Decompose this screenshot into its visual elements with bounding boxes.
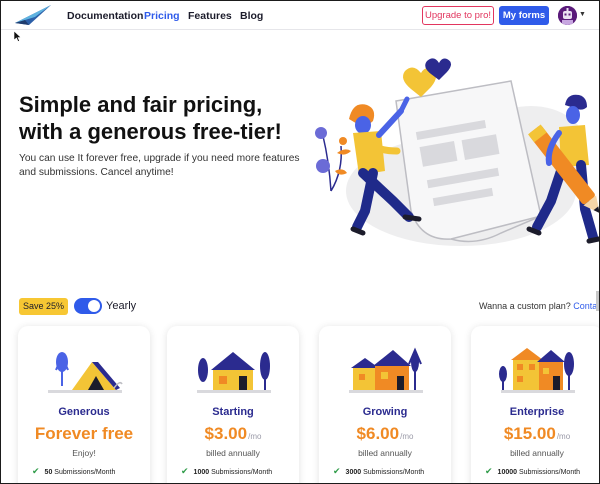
plan-billing-note: billed annually	[510, 448, 564, 458]
plan-card-starting[interactable]: Starting $3.00/mo billed annually ✔ 1000 …	[167, 326, 299, 483]
nav-link-pricing[interactable]: Pricing	[144, 10, 180, 22]
toggle-knob	[88, 300, 100, 312]
mouse-cursor-icon	[14, 31, 22, 42]
price-period: /mo	[248, 432, 262, 441]
nav-link-features[interactable]: Features	[188, 10, 232, 22]
feature-text: Submissions/Month	[363, 469, 425, 476]
yearly-label: Yearly	[106, 300, 137, 312]
tent-icon	[48, 352, 123, 393]
nav-link-documentation[interactable]: Documentation	[67, 10, 143, 22]
plan-billing-note: billed annually	[358, 448, 412, 458]
my-forms-button[interactable]: My forms	[499, 6, 549, 25]
large-house-icon	[499, 348, 575, 393]
avatar[interactable]	[558, 6, 577, 25]
plan-feature: ✔ 10000 Submissions/Month	[485, 466, 580, 477]
logo-icon[interactable]	[15, 5, 51, 25]
top-nav: Documentation Pricing Features Blog Upgr…	[1, 1, 599, 30]
small-house-icon	[197, 352, 271, 393]
plan-price: $15.00/mo	[471, 424, 599, 444]
feature-text: Submissions/Month	[518, 469, 581, 476]
price-amount: $3.00	[204, 424, 248, 443]
plan-card-enterprise[interactable]: Enterprise $15.00/mo billed annually ✔ 10…	[471, 326, 599, 483]
feature-text: Submissions/Month	[54, 469, 116, 476]
plan-name: Growing	[362, 406, 408, 418]
price-amount: $15.00	[503, 424, 556, 443]
plan-billing-note: billed annually	[206, 448, 260, 458]
plan-price: Forever free	[34, 424, 134, 443]
upgrade-button[interactable]: Upgrade to pro!	[422, 6, 494, 25]
plan-card-generous[interactable]: Generous Forever free Enjoy! ✔ 50 Submiss…	[18, 326, 150, 483]
plan-price: $6.00/mo	[319, 424, 451, 444]
nav-link-blog[interactable]: Blog	[240, 10, 263, 22]
scrollbar[interactable]	[596, 291, 599, 311]
check-icon: ✔	[485, 466, 493, 476]
price-period: /mo	[556, 432, 571, 441]
plan-card-growing[interactable]: Growing $6.00/mo billed annually ✔ 3000 S…	[319, 326, 451, 483]
feature-text: Submissions/Month	[211, 469, 273, 476]
feature-value: 3000	[345, 469, 362, 476]
plan-billing-note: Enjoy!	[72, 448, 96, 458]
plan-price: $3.00/mo	[167, 424, 299, 444]
hero-subtitle: You can use It forever free, upgrade if …	[19, 153, 300, 178]
plan-feature: ✔ 50 Submissions/Month	[32, 466, 115, 477]
save-badge: Save 25%	[19, 298, 68, 315]
feature-value: 10000	[497, 469, 518, 476]
check-icon: ✔	[32, 466, 40, 476]
hero-illustration	[315, 58, 599, 246]
plan-feature: ✔ 3000 Submissions/Month	[333, 466, 424, 477]
price-amount: $6.00	[356, 424, 400, 443]
billing-toggle[interactable]	[74, 298, 102, 314]
page-frame: Documentation Pricing Features Blog Upgr…	[0, 0, 600, 484]
plan-name: Starting	[212, 406, 254, 418]
feature-value: 1000	[193, 469, 210, 476]
plan-name: Generous	[58, 406, 110, 418]
price-period: /mo	[400, 432, 414, 441]
check-icon: ✔	[333, 466, 341, 476]
caret-down-icon[interactable]: ▼	[579, 11, 586, 18]
hero-title: Simple and fair pricing, with a generous…	[19, 92, 282, 144]
check-icon: ✔	[181, 466, 189, 476]
plan-feature: ✔ 1000 Submissions/Month	[181, 466, 272, 477]
feature-value: 50	[44, 469, 53, 476]
plan-name: Enterprise	[509, 406, 565, 418]
custom-plan-text: Wanna a custom plan? Contact us	[479, 301, 599, 311]
avatar-image	[558, 6, 577, 25]
custom-plan-question: Wanna a custom plan?	[479, 301, 571, 311]
medium-house-icon	[349, 347, 423, 393]
